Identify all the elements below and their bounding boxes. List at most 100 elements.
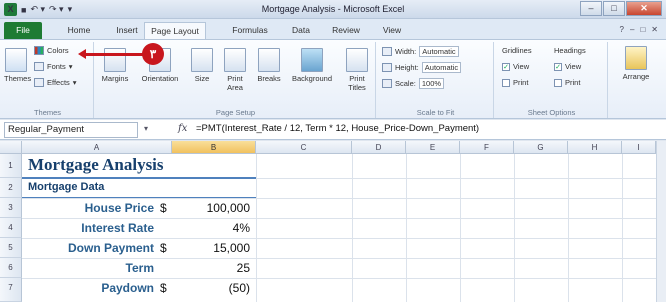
print-titles-button[interactable]: Print Titles [342,48,372,92]
height-dropdown[interactable]: Automatic [421,62,462,73]
cell-b7-value[interactable]: (50) [190,281,250,295]
cell-b7-currency[interactable]: $ [160,281,167,295]
row-header-1[interactable]: 1 [0,154,22,178]
tab-home[interactable]: Home [62,22,96,39]
cell-b5-value[interactable]: 15,000 [190,241,250,255]
subtitle-underline [22,197,256,198]
gridline [568,154,569,302]
ribbon-close-icon[interactable]: ✕ [651,25,658,34]
margins-icon [104,48,126,72]
breaks-button[interactable]: Breaks [254,48,284,83]
row-header-7[interactable]: 7 [0,278,22,302]
ribbon-window-controls: ? – □ ✕ [620,25,658,34]
tab-data[interactable]: Data [284,22,318,39]
gridlines-view-checkbox[interactable]: ✓ View [502,62,529,71]
width-dropdown[interactable]: Automatic [419,46,459,57]
cell-a5-label[interactable]: Down Payment [22,241,154,255]
cell-a1-title[interactable]: Mortgage Analysis [28,155,164,175]
row-header-5[interactable]: 5 [0,238,22,258]
gridlines-print-checkbox[interactable]: Print [502,78,528,87]
gridline [22,198,656,199]
headings-heading: Headings [554,46,586,55]
width-control: Width: Automatic [382,46,459,57]
print-area-button[interactable]: Print Area [220,48,250,92]
maximize-button[interactable]: □ [603,1,625,16]
background-icon [301,48,323,72]
row-header-6[interactable]: 6 [0,258,22,278]
sheet-options-group-label: Sheet Options [527,108,576,117]
breaks-icon [258,48,280,72]
cell-b3-value[interactable]: 100,000 [190,201,250,215]
cell-a7-label[interactable]: Paydown [22,281,154,295]
themes-button[interactable]: Themes [4,48,31,83]
tab-insert[interactable]: Insert [110,22,144,39]
cell-b5-currency[interactable]: $ [160,241,167,255]
page-setup-group-label: Page Setup [215,108,256,117]
name-box[interactable]: Regular_Payment [4,122,138,138]
column-header-h[interactable]: H [568,141,622,154]
gridlines-heading: Gridlines [502,46,532,55]
cell-a2-subtitle[interactable]: Mortgage Data [28,181,104,193]
tab-review[interactable]: Review [326,22,366,39]
column-header-i[interactable]: I [622,141,656,154]
name-box-dropdown-icon[interactable]: ▾ [144,124,148,133]
background-button[interactable]: Background [286,48,338,83]
tab-page-layout[interactable]: Page Layout [144,22,206,39]
gridline [256,154,257,302]
themes-icon [5,48,27,72]
window-controls: – □ ✕ [580,1,662,16]
gridline [460,154,461,302]
effects-button[interactable]: Effects ▾ [34,78,77,87]
ribbon-restore-icon[interactable]: □ [640,25,645,34]
headings-print-checkbox[interactable]: Print [554,78,580,87]
cell-a4-label[interactable]: Interest Rate [22,221,154,235]
gridline [406,154,407,302]
ribbon-minimize-icon[interactable]: – [630,25,634,34]
width-icon [382,47,392,56]
checkbox-empty-icon [502,78,510,87]
row-header-4[interactable]: 4 [0,218,22,238]
print-titles-icon [346,48,368,72]
row-header-2[interactable]: 2 [0,178,22,198]
formula-bar: Regular_Payment ▾ fx =PMT(Interest_Rate … [0,120,666,140]
scale-spinner[interactable]: 100% [418,78,445,89]
height-control: Height: Automatic [382,62,462,73]
column-header-d[interactable]: D [352,141,406,154]
colors-button[interactable]: Colors [34,46,69,55]
print-area-icon [224,48,246,72]
column-header-b[interactable]: B [172,141,256,154]
cell-a3-label[interactable]: House Price [22,201,154,215]
row-header-3[interactable]: 3 [0,198,22,218]
checkmark-icon: ✓ [502,62,510,71]
tab-file[interactable]: File [4,22,42,39]
vertical-scrollbar[interactable] [656,141,666,302]
column-header-a[interactable]: A [22,141,172,154]
headings-view-checkbox[interactable]: ✓ View [554,62,581,71]
formula-input[interactable]: =PMT(Interest_Rate / 12, Term * 12, Hous… [196,123,479,134]
worksheet-grid[interactable]: A B C D E F G H I 1 2 3 4 5 6 7 Mortgage… [0,141,666,302]
cell-b6-value[interactable]: 25 [190,261,250,275]
column-header-g[interactable]: G [514,141,568,154]
help-icon[interactable]: ? [620,25,624,34]
insert-function-icon[interactable]: fx [178,123,187,134]
cell-b4-value[interactable]: 4% [190,221,250,235]
size-button[interactable]: Size [188,48,216,83]
fonts-icon [34,62,44,71]
column-header-e[interactable]: E [406,141,460,154]
fonts-button[interactable]: Fonts ▾ [34,62,73,71]
close-button[interactable]: ✕ [626,1,662,16]
minimize-button[interactable]: – [580,1,602,16]
gridline [22,258,656,259]
gridline [22,278,656,279]
cell-b3-currency[interactable]: $ [160,201,167,215]
tab-view[interactable]: View [376,22,408,39]
select-all-corner[interactable] [0,141,22,154]
column-header-c[interactable]: C [256,141,352,154]
size-icon [191,48,213,72]
tab-formulas[interactable]: Formulas [226,22,274,39]
arrange-button[interactable]: Arrange [614,46,658,81]
gridline [352,154,353,302]
ribbon-tabs: File Home Insert Page Layout Formulas Da… [0,19,666,39]
cell-a6-label[interactable]: Term [22,261,154,275]
column-header-f[interactable]: F [460,141,514,154]
